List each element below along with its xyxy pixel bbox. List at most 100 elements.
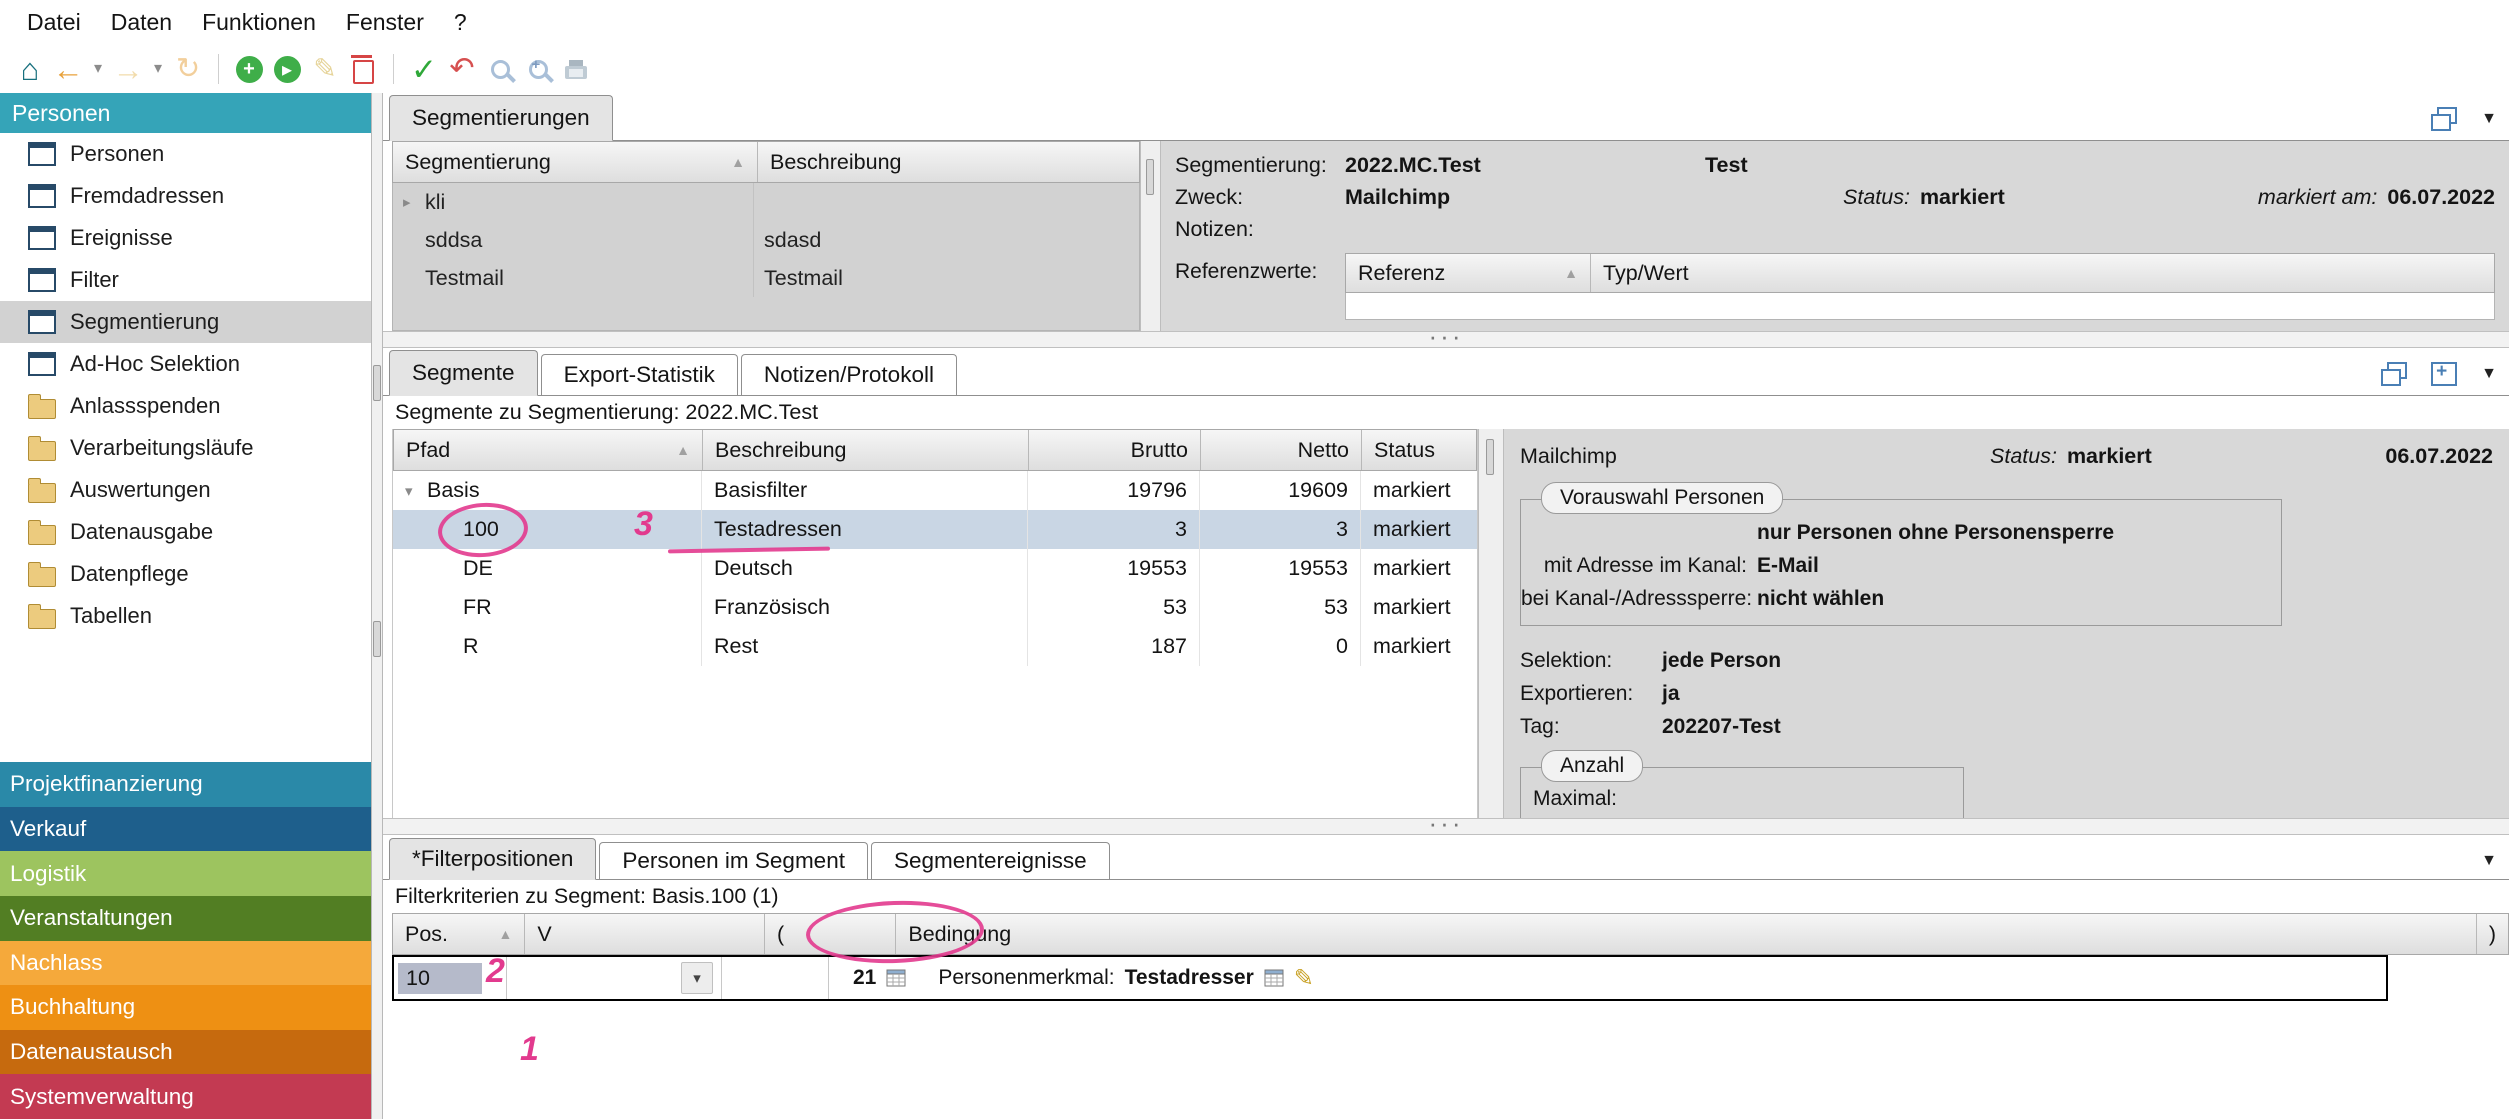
- column-header-referenz[interactable]: Referenz ▲: [1346, 254, 1591, 292]
- new-window-icon[interactable]: [2431, 362, 2457, 386]
- pos-value-selected[interactable]: 10: [398, 963, 482, 994]
- sidebar-item-tabellen[interactable]: Tabellen: [0, 595, 371, 637]
- undo-icon[interactable]: ↶: [444, 49, 480, 89]
- folder-icon: [28, 483, 56, 503]
- tab-notizen-protokoll[interactable]: Notizen/Protokoll: [741, 354, 957, 395]
- sidebar-item-fremdadressen[interactable]: Fremdadressen: [0, 175, 371, 217]
- print-icon[interactable]: [558, 49, 594, 89]
- home-icon[interactable]: ⌂: [12, 49, 48, 89]
- segment-row-r[interactable]: R Rest 187 0 markiert: [393, 627, 1477, 666]
- column-header-beschreibung[interactable]: Beschreibung: [703, 430, 1029, 470]
- folder-icon: [28, 525, 56, 545]
- sidebar-item-datenpflege[interactable]: Datenpflege: [0, 553, 371, 595]
- column-header-brutto[interactable]: Brutto: [1029, 430, 1201, 470]
- filter-row-editing[interactable]: 10 ▾ 21 Personenmerkmal: Testadresser ✎: [392, 955, 2388, 1001]
- sidebar-item-auswertungen[interactable]: Auswertungen: [0, 469, 371, 511]
- sidebar-item-verarbeitungslaeufe[interactable]: Verarbeitungsläufe: [0, 427, 371, 469]
- forward-icon[interactable]: →: [110, 49, 146, 89]
- sidebar-splitter[interactable]: [371, 93, 383, 1119]
- menu-datei[interactable]: Datei: [12, 9, 96, 36]
- module-logistik[interactable]: Logistik: [0, 851, 371, 896]
- tab-filterpositionen[interactable]: *Filterpositionen: [389, 838, 596, 880]
- tab-segmentierungen[interactable]: Segmentierungen: [389, 95, 613, 141]
- bedingung-cell[interactable]: 21 Personenmerkmal: Testadresser ✎: [829, 957, 2386, 999]
- segment-row-de[interactable]: DE Deutsch 19553 19553 markiert: [393, 549, 1477, 588]
- verknuepfung-cell[interactable]: ▾: [507, 957, 722, 999]
- sidebar-item-adhoc-selektion[interactable]: Ad-Hoc Selektion: [0, 343, 371, 385]
- module-datenaustausch[interactable]: Datenaustausch: [0, 1030, 371, 1075]
- segment-row-basis[interactable]: ▾Basis Basisfilter 19796 19609 markiert: [393, 471, 1477, 510]
- apply-icon[interactable]: ✓: [406, 49, 442, 89]
- tab-export-statistik[interactable]: Export-Statistik: [541, 354, 738, 395]
- restore-window-icon[interactable]: [2381, 362, 2407, 386]
- column-header-pos[interactable]: Pos.▲: [393, 914, 525, 954]
- menu-fenster[interactable]: Fenster: [331, 9, 439, 36]
- horizontal-splitter[interactable]: ···: [383, 331, 2509, 348]
- module-projektfinanzierung[interactable]: Projektfinanzierung: [0, 762, 371, 807]
- module-nachlass[interactable]: Nachlass: [0, 941, 371, 986]
- duplicate-icon[interactable]: ▸: [269, 49, 305, 89]
- panel-menu-icon[interactable]: ▼: [2481, 852, 2497, 870]
- segmentierung-row[interactable]: sddsa sdasd: [393, 221, 1139, 259]
- sidebar-item-personen[interactable]: Personen: [0, 133, 371, 175]
- section-segmente: Segmente Export-Statistik Notizen/Protok…: [383, 348, 2509, 818]
- segment-row-100-selected[interactable]: 100 Testadressen 3 3 markiert: [393, 510, 1477, 549]
- segment-row-fr[interactable]: FR Französisch 53 53 markiert: [393, 588, 1477, 627]
- search-icon[interactable]: [482, 49, 518, 89]
- form-icon: [28, 226, 56, 250]
- column-header-typ-wert[interactable]: Typ/Wert: [1591, 254, 2494, 292]
- module-veranstaltungen[interactable]: Veranstaltungen: [0, 896, 371, 941]
- table-icon[interactable]: [1264, 969, 1284, 987]
- column-header-close-paren[interactable]: ): [2477, 914, 2508, 954]
- sidebar-item-ereignisse[interactable]: Ereignisse: [0, 217, 371, 259]
- column-header-v[interactable]: V: [525, 914, 765, 954]
- module-systemverwaltung[interactable]: Systemverwaltung: [0, 1074, 371, 1119]
- restore-window-icon[interactable]: [2431, 107, 2457, 131]
- dropdown-button[interactable]: ▾: [681, 962, 713, 994]
- menu-help[interactable]: ?: [439, 9, 482, 36]
- sidebar-item-datenausgabe[interactable]: Datenausgabe: [0, 511, 371, 553]
- pos-cell[interactable]: 10: [394, 957, 507, 999]
- vorauswahl-group-label[interactable]: Vorauswahl Personen: [1541, 482, 1783, 514]
- forward-dropdown-icon[interactable]: ▾: [148, 49, 168, 89]
- panel-menu-icon[interactable]: ▼: [2481, 365, 2497, 383]
- menu-daten[interactable]: Daten: [96, 9, 187, 36]
- segmentierung-row[interactable]: ▸kli: [393, 183, 1139, 221]
- anzahl-group-label[interactable]: Anzahl: [1541, 750, 1643, 782]
- module-buchhaltung[interactable]: Buchhaltung: [0, 985, 371, 1030]
- panel-menu-icon[interactable]: ▼: [2481, 110, 2497, 128]
- menu-funktionen[interactable]: Funktionen: [187, 9, 331, 36]
- module-verkauf[interactable]: Verkauf: [0, 807, 371, 852]
- sidebar-item-segmentierung[interactable]: Segmentierung: [0, 301, 371, 343]
- toolbar: ⌂ ← ▾ → ▾ ↻ + ▸ ✎ ✓ ↶: [0, 45, 2509, 93]
- column-header-netto[interactable]: Netto: [1201, 430, 1362, 470]
- back-icon[interactable]: ←: [50, 49, 86, 89]
- collapse-icon[interactable]: ▾: [405, 482, 427, 500]
- edit-icon[interactable]: ✎: [307, 49, 343, 89]
- zoom-icon[interactable]: [520, 49, 556, 89]
- horizontal-splitter[interactable]: ···: [383, 818, 2509, 835]
- delete-icon[interactable]: [345, 49, 381, 89]
- segmentierung-row[interactable]: Testmail Testmail: [393, 259, 1139, 297]
- sidebar-item-filter[interactable]: Filter: [0, 259, 371, 301]
- tab-segmentereignisse[interactable]: Segmentereignisse: [871, 842, 1110, 879]
- expand-icon[interactable]: ▸: [403, 193, 425, 211]
- column-header-beschreibung[interactable]: Beschreibung: [758, 142, 1139, 182]
- segment-details-splitter[interactable]: [1478, 429, 1504, 818]
- column-header-open-paren[interactable]: (: [765, 914, 896, 954]
- column-header-bedingung[interactable]: Bedingung: [896, 914, 2476, 954]
- column-header-pfad[interactable]: Pfad▲: [394, 430, 703, 470]
- back-dropdown-icon[interactable]: ▾: [88, 49, 108, 89]
- table-icon[interactable]: [886, 969, 906, 987]
- refresh-icon[interactable]: ↻: [170, 49, 206, 89]
- tab-personen-im-segment[interactable]: Personen im Segment: [599, 842, 868, 879]
- edit-condition-icon[interactable]: ✎: [1294, 964, 1314, 993]
- open-paren-cell[interactable]: [722, 957, 829, 999]
- sidebar-header-personen[interactable]: Personen: [0, 93, 371, 133]
- column-header-segmentierung[interactable]: Segmentierung ▲: [393, 142, 758, 182]
- add-icon[interactable]: +: [231, 49, 267, 89]
- column-header-status[interactable]: Status: [1362, 430, 1476, 470]
- details-splitter[interactable]: [1140, 141, 1161, 331]
- tab-segmente[interactable]: Segmente: [389, 350, 538, 396]
- sidebar-item-anlassspenden[interactable]: Anlassspenden: [0, 385, 371, 427]
